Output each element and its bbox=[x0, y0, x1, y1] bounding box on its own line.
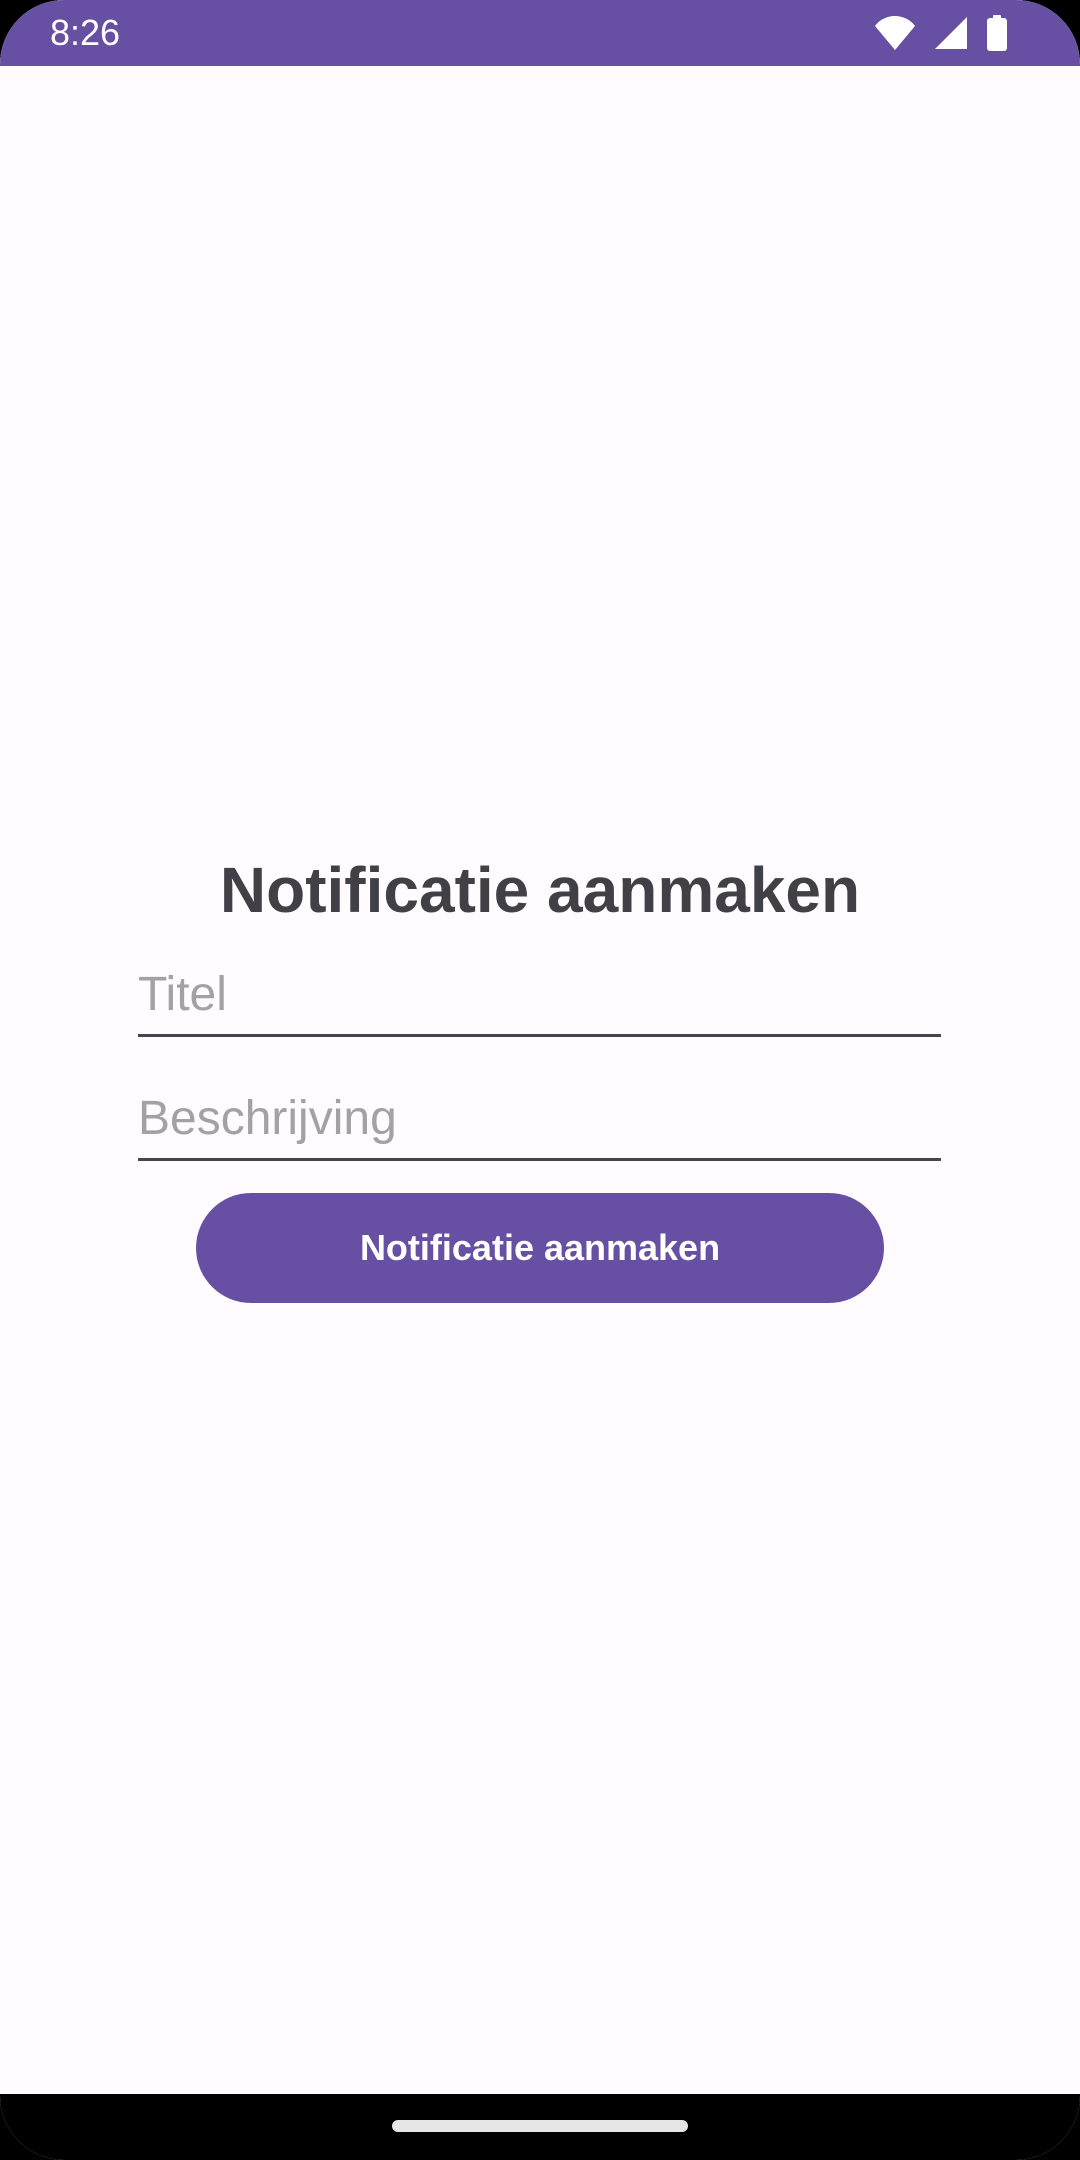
app-screen: 8:26 Notificatie aanmaken Titel Beschrij… bbox=[0, 0, 1080, 2160]
page-title: Notificatie aanmaken bbox=[219, 854, 861, 926]
title-field bbox=[138, 954, 941, 1037]
description-field bbox=[138, 1078, 941, 1161]
home-gesture-handle[interactable] bbox=[392, 2120, 688, 2132]
description-input[interactable] bbox=[138, 1078, 941, 1158]
title-input[interactable] bbox=[138, 954, 941, 1034]
create-notification-button[interactable]: Notificatie aanmaken bbox=[196, 1193, 884, 1303]
main-content: Notificatie aanmaken Notificatie aanmake… bbox=[0, 0, 1080, 2160]
